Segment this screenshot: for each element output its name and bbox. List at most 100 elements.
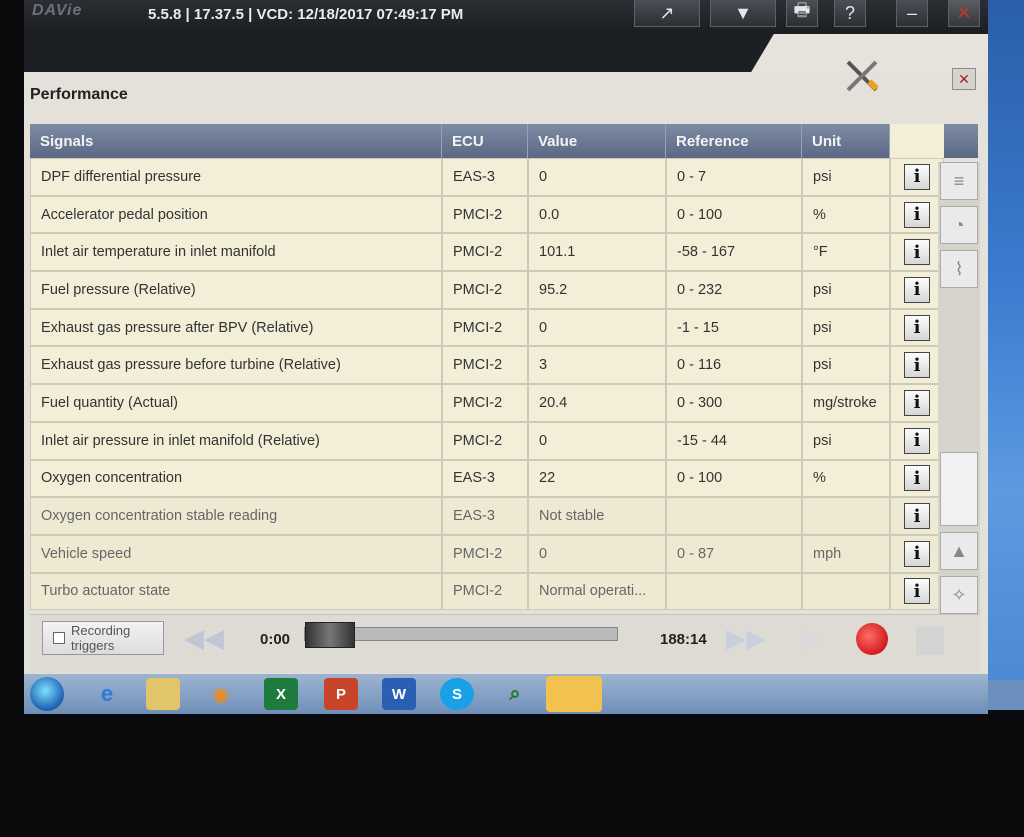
ecu-cell: PMCI-2: [442, 233, 528, 272]
info-button[interactable]: i: [904, 540, 930, 567]
word-icon[interactable]: W: [382, 678, 416, 710]
internet-explorer-icon[interactable]: e: [90, 678, 124, 710]
signal-cell: Turbo actuator state: [30, 572, 442, 611]
start-button[interactable]: [30, 677, 64, 711]
minimize-button[interactable]: –: [896, 0, 928, 27]
reference-cell: -58 - 167: [666, 233, 802, 272]
table-row[interactable]: Exhaust gas pressure before turbine (Rel…: [30, 346, 978, 385]
info-cell: i: [890, 271, 944, 309]
record-icon[interactable]: [856, 623, 888, 655]
fast-forward-icon[interactable]: ▶▶: [726, 623, 766, 654]
value-cell: 3: [528, 346, 666, 385]
powerpoint-icon[interactable]: P: [324, 678, 358, 710]
excel-icon[interactable]: X: [264, 678, 298, 710]
info-button[interactable]: i: [904, 314, 930, 341]
unit-cell: mph: [802, 534, 890, 573]
reference-cell: 0 - 232: [666, 271, 802, 309]
folder-icon[interactable]: [146, 678, 180, 710]
timeline-slider[interactable]: [304, 622, 618, 648]
media-player-icon[interactable]: ◉: [204, 678, 238, 710]
info-button[interactable]: i: [904, 201, 930, 228]
ecu-cell: PMCI-2: [442, 308, 528, 347]
column-header-signals[interactable]: Signals: [30, 124, 442, 158]
reference-cell: [666, 572, 802, 611]
line-chart-icon: ⌇: [954, 258, 964, 279]
info-button[interactable]: i: [904, 578, 930, 605]
table-row[interactable]: Inlet air pressure in inlet manifold (Re…: [30, 421, 978, 460]
signal-cell: Accelerator pedal position: [30, 195, 442, 234]
timeline-handle[interactable]: [305, 622, 355, 648]
signal-cell: Inlet air temperature in inlet manifold: [30, 233, 442, 272]
column-header-reference[interactable]: Reference: [666, 124, 802, 158]
table-row[interactable]: Accelerator pedal position PMCI-2 0.0 0 - 1…: [30, 195, 978, 234]
share-button[interactable]: ↗: [634, 0, 700, 27]
info-cell: i: [890, 195, 944, 234]
recording-triggers-button[interactable]: Recording triggers: [42, 621, 164, 655]
signal-cell: Fuel pressure (Relative): [30, 271, 442, 309]
app-title-bar: DAVie 5.5.8 | 17.37.5 | VCD: 12/18/2017 …: [24, 0, 988, 34]
ecu-cell: PMCI-2: [442, 384, 528, 422]
value-cell: Normal operati...: [528, 572, 666, 611]
tools-icon[interactable]: [842, 56, 882, 96]
wrench-screwdriver-icon: [846, 60, 879, 92]
table-row[interactable]: Oxygen concentration EAS-3 22 0 - 100% i: [30, 459, 978, 498]
column-header-ecu[interactable]: ECU: [442, 124, 528, 158]
recording-triggers-checkbox[interactable]: [53, 632, 65, 644]
rewind-icon[interactable]: ◀◀: [184, 623, 224, 654]
graph-view-button[interactable]: ⌇: [940, 250, 978, 288]
value-cell: 20.4: [528, 384, 666, 422]
performance-panel: Performance ✕ Signals ECU Value Referenc…: [24, 60, 988, 678]
table-row[interactable]: Oxygen concentration stable reading EAS-3…: [30, 497, 978, 535]
time-end: 188:14: [660, 631, 707, 648]
info-button[interactable]: i: [904, 352, 930, 379]
value-cell: 0: [528, 158, 666, 196]
unit-cell: °F: [802, 233, 890, 272]
panel-close-button[interactable]: ✕: [952, 68, 976, 90]
signal-cell: DPF differential pressure: [30, 158, 442, 196]
active-app-icon[interactable]: [546, 676, 602, 712]
column-header-value[interactable]: Value: [528, 124, 666, 158]
info-button[interactable]: i: [904, 503, 930, 530]
info-button[interactable]: i: [904, 276, 930, 303]
info-button[interactable]: i: [904, 465, 930, 492]
dropdown-button[interactable]: ▼: [710, 0, 776, 27]
stop-icon[interactable]: [916, 627, 944, 655]
info-cell: i: [890, 459, 944, 498]
print-button[interactable]: 🖶: [786, 0, 818, 27]
table-row[interactable]: DPF differential pressure EAS-3 0 0 - 7 psi i: [30, 158, 978, 196]
magnifier-icon[interactable]: ⌕: [498, 678, 532, 710]
scroll-up-button[interactable]: ▲: [940, 532, 978, 570]
close-app-button[interactable]: ✕: [948, 0, 980, 27]
unit-cell: psi: [802, 308, 890, 347]
help-button[interactable]: ?: [834, 0, 866, 27]
table-row[interactable]: Turbo actuator state PMCI-2 Normal operati…: [30, 572, 978, 611]
list-view-button[interactable]: ≡: [940, 162, 978, 200]
reference-cell: [666, 497, 802, 535]
table-row[interactable]: Vehicle speed PMCI-2 0 0 - 87 mph i: [30, 534, 978, 573]
skype-icon[interactable]: S: [440, 678, 474, 710]
value-cell: 0: [528, 534, 666, 573]
pin-button[interactable]: ✧: [940, 576, 978, 614]
table-row[interactable]: Fuel quantity (Actual) PMCI-2 20.4 0 - 300 m…: [30, 384, 978, 422]
info-cell: i: [890, 497, 944, 535]
table-row[interactable]: Inlet air temperature in inlet manifold P…: [30, 233, 978, 272]
table-row[interactable]: Fuel pressure (Relative) PMCI-2 95.2 0 - 23…: [30, 271, 978, 309]
column-header-unit[interactable]: Unit: [802, 124, 890, 158]
scrollbar-thumb[interactable]: [940, 452, 978, 526]
table-row[interactable]: Exhaust gas pressure after BPV (Relative…: [30, 308, 978, 347]
gauge-view-button[interactable]: ◔: [940, 206, 978, 244]
info-button[interactable]: i: [904, 239, 930, 266]
table-body: DPF differential pressure EAS-3 0 0 - 7 psi i…: [30, 158, 978, 611]
info-button[interactable]: i: [904, 389, 930, 416]
ecu-cell: PMCI-2: [442, 421, 528, 460]
reference-cell: -15 - 44: [666, 421, 802, 460]
value-cell: 95.2: [528, 271, 666, 309]
info-button[interactable]: i: [904, 163, 930, 190]
signal-cell: Vehicle speed: [30, 534, 442, 573]
table-header: Signals ECU Value Reference Unit: [30, 124, 978, 158]
play-icon[interactable]: ▶: [800, 621, 823, 656]
chevron-down-icon: ▼: [734, 2, 752, 23]
info-button[interactable]: i: [904, 427, 930, 454]
value-cell: 101.1: [528, 233, 666, 272]
signal-cell: Exhaust gas pressure before turbine (Rel…: [30, 346, 442, 385]
